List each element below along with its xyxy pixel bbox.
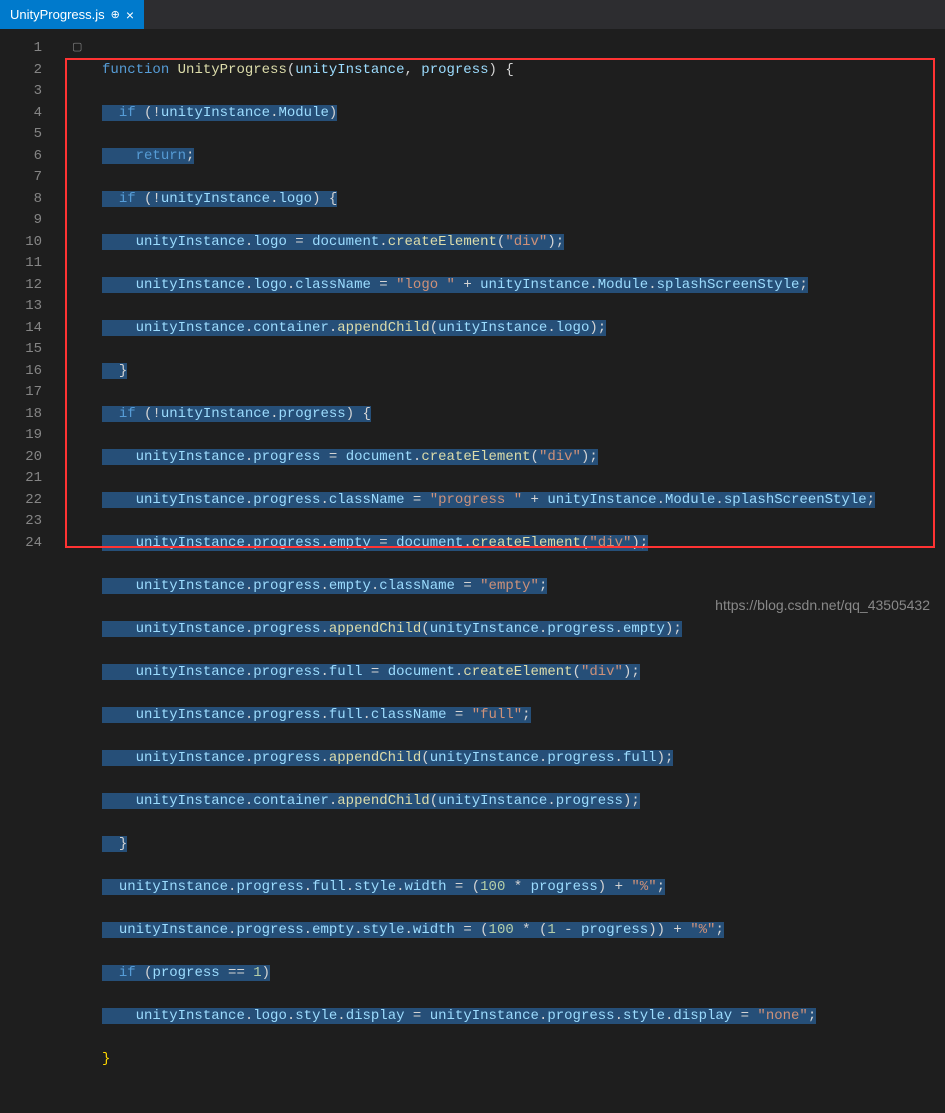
close-icon[interactable]: × bbox=[126, 7, 134, 23]
code-line: if (progress == 1) bbox=[60, 963, 945, 985]
tab-bar: UnityProgress.js ⊕ × bbox=[0, 0, 945, 30]
code-line: unityInstance.container.appendChild(unit… bbox=[60, 318, 945, 340]
watermark: https://blog.csdn.net/qq_43505432 bbox=[715, 597, 930, 613]
line-number: 11 bbox=[0, 253, 42, 275]
line-number: 23 bbox=[0, 511, 42, 533]
code-line: unityInstance.logo.className = "logo " +… bbox=[60, 275, 945, 297]
tab-filename: UnityProgress.js bbox=[10, 7, 105, 22]
line-number: 18 bbox=[0, 404, 42, 426]
editor[interactable]: 1 2 3 4 5 6 7 8 9 10 11 12 13 14 15 16 1… bbox=[0, 30, 945, 621]
line-number: 12 bbox=[0, 275, 42, 297]
code-line: unityInstance.progress.appendChild(unity… bbox=[60, 748, 945, 770]
pin-icon[interactable]: ⊕ bbox=[111, 8, 120, 21]
code-line: } bbox=[60, 1049, 945, 1071]
line-number: 13 bbox=[0, 296, 42, 318]
line-number: 5 bbox=[0, 124, 42, 146]
code-line: if (!unityInstance.logo) { bbox=[60, 189, 945, 211]
code-content[interactable]: function UnityProgress(unityInstance, pr… bbox=[60, 30, 945, 621]
code-line: unityInstance.progress.empty.style.width… bbox=[60, 920, 945, 942]
line-number: 2 bbox=[0, 60, 42, 82]
code-line: function UnityProgress(unityInstance, pr… bbox=[60, 60, 945, 82]
file-tab[interactable]: UnityProgress.js ⊕ × bbox=[0, 0, 144, 29]
code-line: unityInstance.container.appendChild(unit… bbox=[60, 791, 945, 813]
code-line: unityInstance.progress.appendChild(unity… bbox=[60, 619, 945, 641]
code-line: } bbox=[60, 834, 945, 856]
line-number: 7 bbox=[0, 167, 42, 189]
code-line: unityInstance.logo.style.display = unity… bbox=[60, 1006, 945, 1028]
line-number: 21 bbox=[0, 468, 42, 490]
code-line: unityInstance.progress.full = document.c… bbox=[60, 662, 945, 684]
line-number: 22 bbox=[0, 490, 42, 512]
code-line: unityInstance.logo = document.createElem… bbox=[60, 232, 945, 254]
line-number: 19 bbox=[0, 425, 42, 447]
code-line: unityInstance.progress.full.className = … bbox=[60, 705, 945, 727]
line-number: 8 bbox=[0, 189, 42, 211]
line-number: 3 bbox=[0, 81, 42, 103]
line-number: 14 bbox=[0, 318, 42, 340]
line-number: 6 bbox=[0, 146, 42, 168]
line-number: 17 bbox=[0, 382, 42, 404]
line-number: 16 bbox=[0, 361, 42, 383]
code-line: unityInstance.progress.empty.className =… bbox=[60, 576, 945, 598]
line-number: 15 bbox=[0, 339, 42, 361]
code-line: return; bbox=[60, 146, 945, 168]
line-number: 4 bbox=[0, 103, 42, 125]
code-line: unityInstance.progress.full.style.width … bbox=[60, 877, 945, 899]
line-number: 1 bbox=[0, 38, 42, 60]
code-line: } bbox=[60, 361, 945, 383]
line-number: 10 bbox=[0, 232, 42, 254]
code-line: if (!unityInstance.progress) { bbox=[60, 404, 945, 426]
code-line: unityInstance.progress.empty = document.… bbox=[60, 533, 945, 555]
line-number-gutter: 1 2 3 4 5 6 7 8 9 10 11 12 13 14 15 16 1… bbox=[0, 30, 60, 621]
line-number: 20 bbox=[0, 447, 42, 469]
code-line: unityInstance.progress = document.create… bbox=[60, 447, 945, 469]
line-number: 24 bbox=[0, 533, 42, 555]
code-line: unityInstance.progress.className = "prog… bbox=[60, 490, 945, 512]
code-line: if (!unityInstance.Module) bbox=[60, 103, 945, 125]
line-number: 9 bbox=[0, 210, 42, 232]
